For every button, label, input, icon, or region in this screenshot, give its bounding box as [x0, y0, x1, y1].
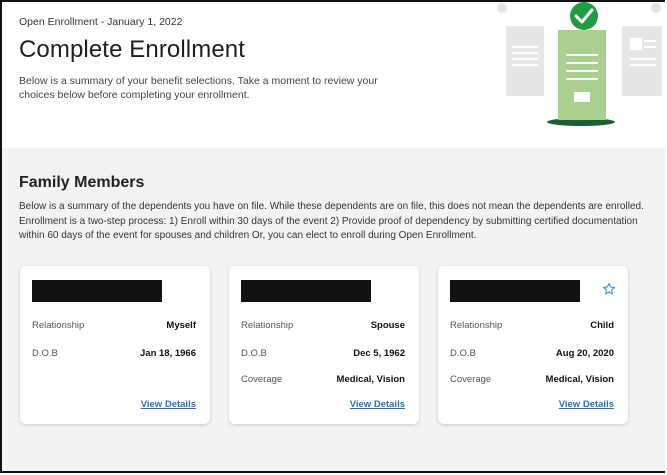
coverage-row: Coverage Medical, Vision: [450, 374, 614, 385]
page-frame: Open Enrollment - January 1, 2022 Comple…: [0, 0, 665, 473]
coverage-value: Medical, Vision: [336, 374, 405, 385]
coverage-label: Coverage: [450, 374, 492, 385]
documents-illustration: [497, 2, 662, 126]
coverage-value: Medical, Vision: [545, 374, 614, 385]
view-details-link[interactable]: View Details: [350, 399, 405, 410]
relationship-value: Myself: [166, 320, 196, 331]
family-members-title: Family Members: [19, 174, 145, 191]
coverage-label: Coverage: [241, 374, 283, 385]
coverage-row: Coverage Medical, Vision: [241, 374, 405, 385]
dob-value: Aug 20, 2020: [555, 348, 614, 359]
relationship-label: Relationship: [450, 320, 503, 331]
relationship-value: Spouse: [370, 320, 405, 331]
description-line: Below is a summary of the dependents you…: [19, 201, 644, 212]
dob-label: D.O.B: [32, 348, 58, 359]
dob-label: D.O.B: [450, 348, 476, 359]
dob-row: D.O.B Aug 20, 2020: [450, 348, 614, 359]
family-member-card: Relationship Child D.O.B Aug 20, 2020 Co…: [438, 266, 628, 424]
redacted-name: [241, 280, 371, 302]
page-title: Complete Enrollment: [19, 36, 245, 63]
dob-row: D.O.B Dec 5, 1962: [241, 348, 405, 359]
description-line: within 60 days of the event for spouses …: [19, 230, 477, 241]
description-line: Enrollment is a two-step process: 1) Enr…: [19, 215, 638, 227]
redacted-name: [32, 280, 162, 302]
relationship-row: Relationship Myself: [32, 320, 196, 331]
view-details-link[interactable]: View Details: [559, 399, 614, 410]
dob-row: D.O.B Jan 18, 1966: [32, 348, 196, 359]
relationship-label: Relationship: [32, 320, 85, 331]
dob-value: Dec 5, 1962: [353, 348, 405, 359]
family-member-card: Relationship Spouse D.O.B Dec 5, 1962 Co…: [229, 266, 419, 424]
redacted-name: [450, 280, 580, 302]
dob-label: D.O.B: [241, 348, 267, 359]
relationship-row: Relationship Spouse: [241, 320, 405, 331]
family-member-card: Relationship Myself D.O.B Jan 18, 1966 V…: [20, 266, 210, 424]
star-outline-icon[interactable]: [602, 282, 616, 296]
family-members-description: Below is a summary of the dependents you…: [19, 200, 665, 244]
view-details-link[interactable]: View Details: [141, 399, 196, 410]
relationship-row: Relationship Child: [450, 320, 614, 331]
page-intro: Below is a summary of your benefit selec…: [19, 75, 378, 101]
relationship-value: Child: [590, 320, 614, 331]
enrollment-period-label: Open Enrollment - January 1, 2022: [19, 16, 183, 28]
page-header: Open Enrollment - January 1, 2022 Comple…: [2, 2, 665, 148]
relationship-label: Relationship: [241, 320, 294, 331]
checkmark-icon: [570, 2, 598, 30]
dob-value: Jan 18, 1966: [140, 348, 196, 359]
family-members-section: Family Members Below is a summary of the…: [2, 148, 665, 471]
